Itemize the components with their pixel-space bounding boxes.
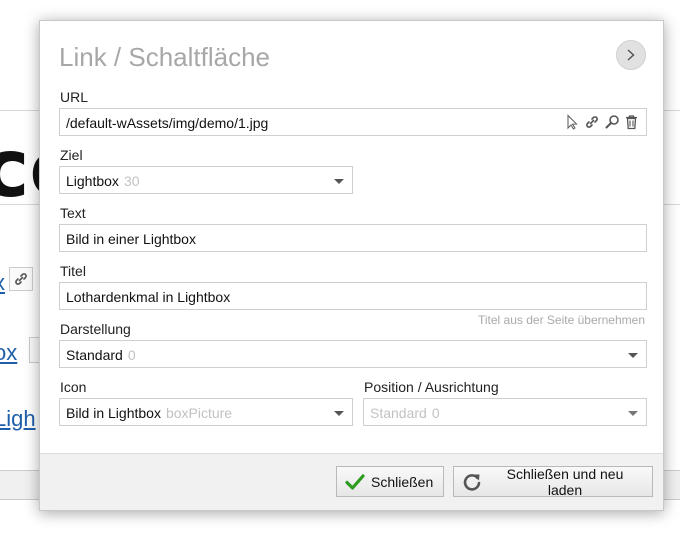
background-link-2[interactable]: ox: [0, 340, 17, 366]
dialog-collapse-button[interactable]: [616, 40, 646, 70]
background-link-1[interactable]: x: [0, 270, 5, 296]
link-icon[interactable]: [583, 113, 600, 131]
text-input[interactable]: Bild in einer Lightbox: [59, 224, 647, 252]
dialog-footer: Schließen Schließen und neu laden: [40, 453, 663, 510]
darstellung-value: Standard: [66, 347, 123, 363]
chevron-right-icon: [627, 49, 635, 61]
chevron-down-icon: [334, 179, 344, 184]
titel-from-page-link[interactable]: Titel aus der Seite übernehmen: [478, 313, 645, 327]
url-value: /default-wAssets/img/demo/1.jpg: [66, 115, 269, 131]
icon-label: Icon: [60, 379, 87, 395]
close-and-reload-label: Schließen und neu laden: [506, 465, 624, 498]
chevron-down-icon: [334, 411, 344, 416]
url-actions: [563, 113, 640, 131]
darstellung-code: 0: [127, 347, 136, 363]
position-value: Standard: [370, 405, 427, 421]
checkmark-icon: [345, 473, 365, 491]
ziel-select[interactable]: Lightbox 30: [59, 166, 353, 194]
position-code: 0: [431, 405, 440, 421]
position-select[interactable]: Standard 0: [363, 398, 647, 426]
chevron-down-icon: [628, 411, 638, 416]
search-icon[interactable]: [603, 113, 620, 131]
close-button-label: Schließen: [371, 473, 434, 490]
icon-select[interactable]: Bild in Lightbox boxPicture: [59, 398, 353, 426]
titel-value: Lothardenkmal in Lightbox: [66, 289, 231, 305]
text-value: Bild in einer Lightbox: [66, 231, 196, 247]
titel-input[interactable]: Lothardenkmal in Lightbox: [59, 282, 647, 310]
close-and-reload-button[interactable]: Schließen und neu laden: [453, 465, 653, 498]
link-icon: [15, 273, 27, 285]
position-label: Position / Ausrichtung: [364, 379, 499, 395]
ziel-code: 30: [123, 173, 140, 189]
reload-icon: [462, 472, 482, 492]
background-link-button[interactable]: [9, 267, 33, 291]
url-input[interactable]: /default-wAssets/img/demo/1.jpg: [59, 108, 647, 136]
icon-code: boxPicture: [165, 405, 233, 421]
background-link-3[interactable]: Ligh: [0, 406, 36, 432]
trash-icon[interactable]: [623, 113, 640, 131]
url-label: URL: [60, 89, 89, 105]
darstellung-select[interactable]: Standard 0: [59, 340, 647, 368]
text-label: Text: [60, 205, 86, 221]
chevron-down-icon: [628, 353, 638, 358]
select-cursor-icon[interactable]: [563, 113, 580, 131]
titel-label: Titel: [60, 263, 86, 279]
close-button[interactable]: Schließen: [336, 466, 444, 497]
ziel-value: Lightbox: [66, 173, 119, 189]
link-button-dialog: Link / Schaltfläche URL /default-wAssets…: [39, 20, 664, 511]
ziel-label: Ziel: [60, 147, 83, 163]
darstellung-label: Darstellung: [60, 321, 131, 337]
dialog-title: Link / Schaltfläche: [59, 42, 271, 72]
icon-value: Bild in Lightbox: [66, 405, 161, 421]
